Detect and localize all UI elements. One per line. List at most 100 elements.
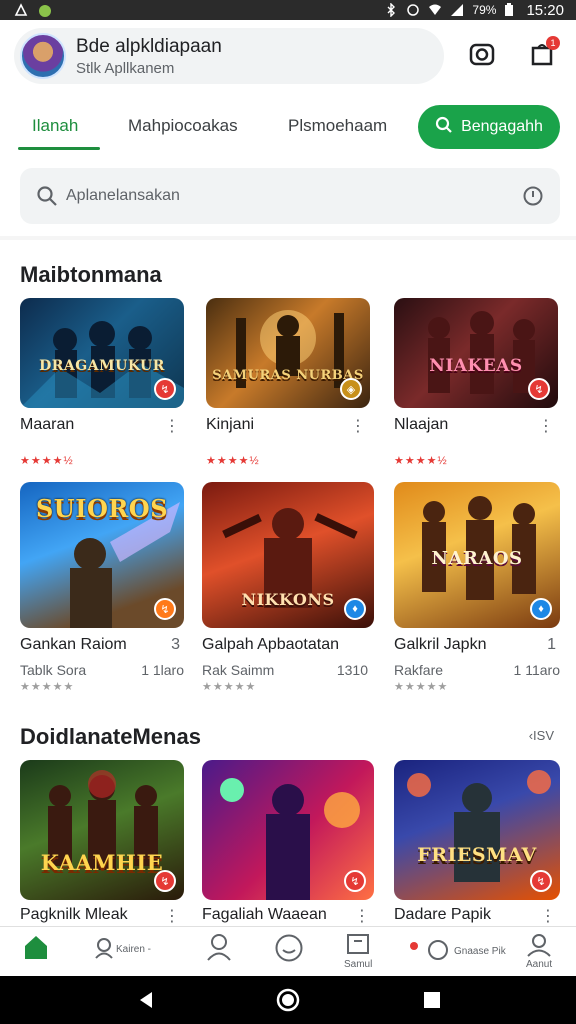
bluetooth-icon xyxy=(384,2,398,18)
active-tab-indicator xyxy=(18,147,100,150)
game-thumbnail[interactable]: SAMURAS NURBAS ◈ xyxy=(206,298,370,408)
home-circle-icon[interactable] xyxy=(276,988,300,1017)
system-navigation-bar xyxy=(0,976,576,1024)
thumbnail-title: DRAGAMUKUR xyxy=(39,358,165,374)
smiley-icon xyxy=(274,933,304,965)
battery-percent: 79% xyxy=(472,3,497,17)
game-thumbnail[interactable]: KAAMHIE ↯ xyxy=(20,760,184,900)
rating-stars: ★★★★½ xyxy=(394,455,448,467)
search-bar xyxy=(20,168,560,224)
thumbnail-badge: ↯ xyxy=(154,870,176,892)
game-card[interactable]: FRIESMAV ↯ Dadare Papik ⋮ xyxy=(394,760,560,925)
nav-account[interactable]: Aanut xyxy=(526,933,552,970)
home-icon xyxy=(22,933,50,963)
account-switcher[interactable]: Bde alpkldiapaan Stlk Apllkanem xyxy=(14,28,444,84)
game-thumbnail[interactable]: SUIOROS ↯ xyxy=(20,482,184,628)
rating-stars: ★★★★½ xyxy=(206,455,260,467)
library-icon xyxy=(345,933,371,959)
game-name: Kinjani xyxy=(206,416,255,433)
tab-home[interactable]: Ilanah xyxy=(32,116,78,136)
app-header: Bde alpkldiapaan Stlk Apllkanem 1 xyxy=(0,20,576,92)
nav-label: Samul xyxy=(344,959,373,970)
divider xyxy=(0,236,576,240)
game-thumbnail[interactable]: FRIESMAV ↯ xyxy=(394,760,560,900)
game-card[interactable]: SUIOROS ↯ Gankan Raiom 3 Tablk Sora 1 1l… xyxy=(20,482,184,693)
signal-icon xyxy=(450,3,464,17)
download-count: 1 xyxy=(547,636,556,653)
see-more-link[interactable]: ‹ISV xyxy=(529,728,554,743)
game-card[interactable]: SAMURAS NURBAS ◈ Kinjani ⋮ ★★★★½ xyxy=(206,298,370,467)
game-card[interactable]: NIAKEAS ↯ Nlaajan ⋮ ★★★★½ xyxy=(394,298,558,467)
thumbnail-badge: ↯ xyxy=(154,378,176,400)
game-card[interactable]: ↯ Fagaliah Waaean ⋮ xyxy=(202,760,374,925)
game-thumbnail[interactable]: NIKKONS ♦ xyxy=(202,482,374,628)
thumbnail-badge: ↯ xyxy=(530,870,552,892)
game-size: 1 1laro xyxy=(141,662,184,678)
game-name: Galpah Apbaotatan xyxy=(202,636,340,653)
notifications-button[interactable]: 1 xyxy=(524,36,560,74)
game-name: Gankan Raiom xyxy=(20,636,127,653)
person-icon xyxy=(206,933,232,963)
nav-label: Gnaase Pik xyxy=(454,945,506,957)
game-name: Pagknilk Mleak xyxy=(20,906,128,923)
game-thumbnail[interactable]: DRAGAMUKUR ↯ xyxy=(20,298,184,408)
game-developer: Tablk Sora xyxy=(20,662,87,678)
back-icon[interactable] xyxy=(136,990,156,1015)
app-notification-icon xyxy=(14,3,28,17)
more-options-icon[interactable]: ⋮ xyxy=(164,416,180,436)
nav-people[interactable]: Kairen - xyxy=(94,937,151,961)
more-options-icon[interactable]: ⋮ xyxy=(164,906,180,926)
primary-action-label: Bengagahh xyxy=(461,118,543,135)
game-developer: Rak Saimm xyxy=(202,662,275,678)
game-developer: Rakfare xyxy=(394,662,444,678)
people-icon xyxy=(94,937,114,961)
bottom-navigation: Kairen - Samul Gnaase Pik Aanut xyxy=(0,926,576,976)
thumbnail-title: NARAOS xyxy=(431,548,523,569)
game-size: 1310 xyxy=(336,662,368,678)
voice-search-icon[interactable] xyxy=(522,185,544,212)
thumbnail-badge: ♦ xyxy=(530,598,552,620)
nav-label: Aanut xyxy=(526,959,553,970)
nav-offers[interactable]: Gnaase Pik xyxy=(408,939,506,963)
rating-stars: ★★★★★ xyxy=(202,681,257,693)
clock: 15:20 xyxy=(526,1,564,19)
more-options-icon[interactable]: ⋮ xyxy=(350,416,366,436)
nav-profile[interactable] xyxy=(206,933,232,963)
camera-icon xyxy=(468,40,496,73)
game-card[interactable]: NARAOS ♦ Galkril Japkn 1 Rakfare 1 11aro… xyxy=(394,482,560,693)
thumbnail-title: FRIESMAV xyxy=(417,844,537,866)
thumbnail-title: SUIOROS xyxy=(35,494,169,523)
game-name: Maaran xyxy=(20,416,75,433)
status-bar: 79% 15:20 xyxy=(0,0,576,20)
section-title: Maibtonmana xyxy=(20,262,162,287)
more-options-icon[interactable]: ⋮ xyxy=(538,416,554,436)
thumbnail-badge: ↯ xyxy=(528,378,550,400)
game-card[interactable]: DRAGAMUKUR ↯ Maaran ⋮ ★★★★½ xyxy=(20,298,184,467)
nav-games[interactable] xyxy=(274,933,304,965)
game-thumbnail[interactable]: NARAOS ♦ xyxy=(394,482,560,628)
account-name: Bde alpkldiapaan xyxy=(76,36,222,57)
primary-action-button[interactable]: Bengagahh xyxy=(418,105,560,149)
nav-home[interactable] xyxy=(22,933,50,963)
account-icon xyxy=(526,933,552,959)
game-thumbnail[interactable]: NIAKEAS ↯ xyxy=(394,298,558,408)
more-options-icon[interactable]: ⋮ xyxy=(354,906,370,926)
rating-stars: ★★★★★ xyxy=(20,681,75,693)
game-name: Galkril Japkn xyxy=(394,636,487,653)
offers-icon xyxy=(408,939,452,963)
thumbnail-badge: ♦ xyxy=(344,598,366,620)
nav-library[interactable]: Samul xyxy=(344,933,372,970)
avatar[interactable] xyxy=(20,33,66,79)
recents-icon[interactable] xyxy=(422,990,442,1015)
tab-premium[interactable]: Plsmoehaam xyxy=(288,116,387,136)
tab-bar: Ilanah Mahpiocoakas Plsmoehaam Bengagahh xyxy=(0,92,576,158)
game-thumbnail[interactable]: ↯ xyxy=(202,760,374,900)
game-name: Fagaliah Waaean xyxy=(202,906,327,923)
game-card[interactable]: NIKKONS ♦ Galpah Apbaotatan Rak Saimm 13… xyxy=(202,482,374,693)
tab-categories[interactable]: Mahpiocoakas xyxy=(128,116,238,136)
search-input[interactable] xyxy=(66,182,506,210)
notification-badge: 1 xyxy=(546,36,560,50)
screenshot-button[interactable] xyxy=(464,38,500,74)
more-options-icon[interactable]: ⋮ xyxy=(540,906,556,926)
game-card[interactable]: KAAMHIE ↯ Pagknilk Mleak ⋮ xyxy=(20,760,184,925)
